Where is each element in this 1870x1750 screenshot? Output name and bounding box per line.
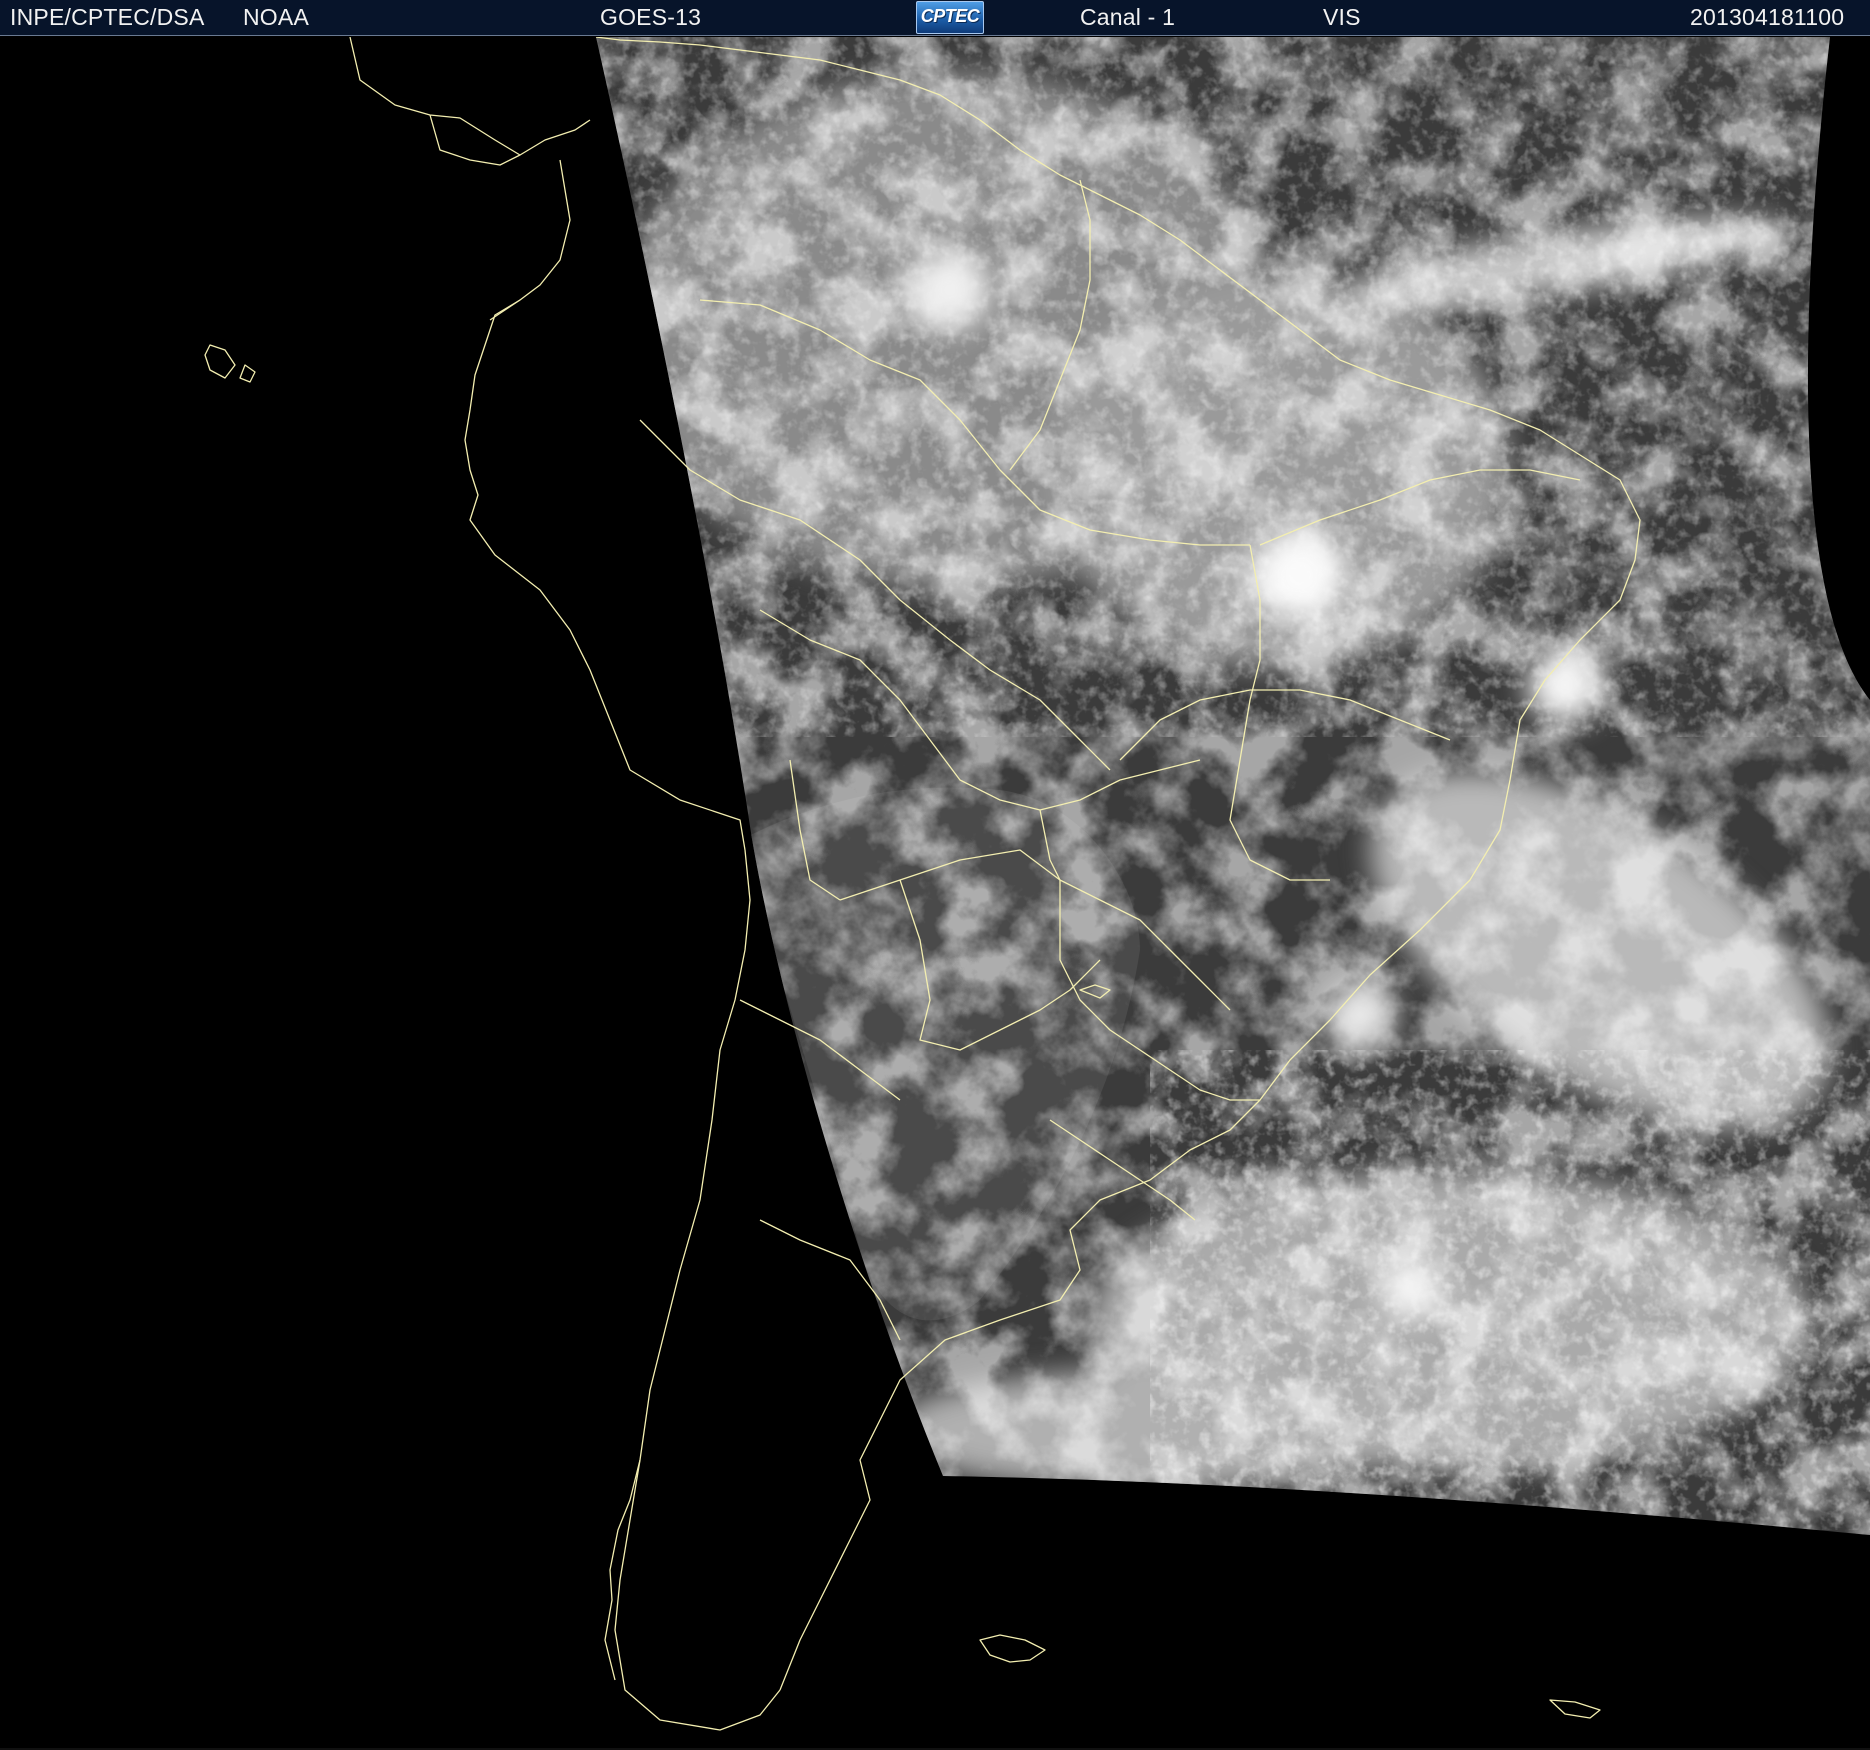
satellite-label: GOES-13 bbox=[600, 4, 702, 30]
timestamp-label: 201304181100 bbox=[1690, 4, 1845, 30]
cptec-logo: CPTEC bbox=[916, 1, 984, 34]
band-label: VIS bbox=[1323, 4, 1361, 30]
cptec-logo-text: CPTEC bbox=[920, 6, 980, 26]
satellite-image bbox=[0, 37, 1870, 1750]
channel-label: Canal - 1 bbox=[1080, 4, 1176, 30]
agency-label: NOAA bbox=[243, 4, 309, 30]
image-header-bar: INPE/CPTEC/DSA NOAA GOES-13 CPTEC Canal … bbox=[0, 0, 1870, 36]
institution-label: INPE/CPTEC/DSA bbox=[10, 4, 205, 30]
